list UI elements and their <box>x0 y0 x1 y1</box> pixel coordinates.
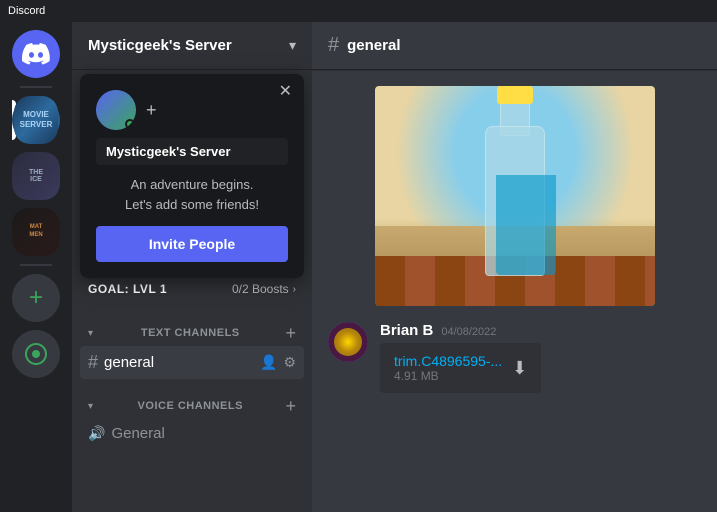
vikings-logo-avatar <box>328 322 368 362</box>
text-channels-chevron: ▾ <box>88 328 93 339</box>
voice-channel-general[interactable]: 🔊 General <box>80 419 304 448</box>
message-content: Brian B 04/08/2022 trim.C4896595-... 4.9… <box>380 322 701 393</box>
channel-item-general[interactable]: # general 👤 ⚙ <box>80 346 304 379</box>
message-row: Brian B 04/08/2022 trim.C4896595-... 4.9… <box>328 322 701 393</box>
channel-header-name: general <box>347 37 400 54</box>
chat-photo <box>375 86 655 306</box>
bottle <box>475 96 555 276</box>
voice-channels-chevron: ▾ <box>88 401 93 412</box>
voice-channels-category[interactable]: ▾ VOICE CHANNELS + <box>80 381 304 419</box>
popup-server-name: Mysticgeek's Server <box>96 138 288 165</box>
online-indicator <box>125 119 135 129</box>
channel-header: # general <box>312 22 717 70</box>
bottle-cap <box>497 86 533 104</box>
explore-button[interactable] <box>12 330 60 378</box>
text-channels-category[interactable]: ▾ TEXT CHANNELS + <box>80 308 304 346</box>
channel-name-general: general <box>104 354 254 371</box>
server-name: Mysticgeek's Server <box>88 37 232 54</box>
channel-settings-icon[interactable]: ⚙ <box>283 354 296 371</box>
invite-people-button[interactable]: Invite People <box>96 226 288 262</box>
server-icon-1[interactable]: MOVIESERVER <box>12 96 60 144</box>
server-icon-2[interactable]: THEICE <box>12 152 60 200</box>
download-icon[interactable]: ⬇ <box>512 358 527 379</box>
popup-description: An adventure begins.Let's add some frien… <box>96 175 288 214</box>
voice-channels-section: ▾ VOICE CHANNELS + 🔊 General <box>72 381 312 448</box>
add-member-icon[interactable]: 👤 <box>260 354 277 371</box>
app-container: MOVIESERVER THEICE MATMEN + <box>0 22 717 512</box>
file-size: 4.91 MB <box>394 369 502 383</box>
volume-icon: 🔊 <box>88 425 105 442</box>
file-name[interactable]: trim.C4896595-... <box>394 353 502 369</box>
main-content: # general <box>312 22 717 512</box>
title-bar: Discord <box>0 0 717 22</box>
server-list: MOVIESERVER THEICE MATMEN + <box>0 22 72 512</box>
goal-label: GOAL: LVL 1 <box>88 282 167 296</box>
discord-home-button[interactable] <box>12 30 60 78</box>
add-text-channel-icon[interactable]: + <box>285 324 296 342</box>
popup-close-button[interactable]: ✕ <box>279 84 292 100</box>
add-voice-channel-icon[interactable]: + <box>285 397 296 415</box>
goal-boosts-chevron-icon: › <box>293 284 296 295</box>
title-bar-text: Discord <box>8 5 45 17</box>
channel-hash-icon: # <box>88 352 98 373</box>
channel-action-icons: 👤 ⚙ <box>260 354 296 371</box>
server-separator <box>20 86 52 88</box>
server-header[interactable]: Mysticgeek's Server ▾ <box>72 22 312 70</box>
server-header-chevron-icon: ▾ <box>289 37 296 54</box>
chat-image-container <box>328 86 701 306</box>
popup-description-text: An adventure begins.Let's add some frien… <box>125 177 259 212</box>
message-author: Brian B <box>380 322 433 339</box>
channel-header-hash-icon: # <box>328 34 339 57</box>
text-channels-section: ▾ TEXT CHANNELS + # general 👤 ⚙ <box>72 308 312 381</box>
add-server-icon: + <box>29 284 43 312</box>
add-server-button[interactable]: + <box>12 274 60 322</box>
text-channels-label: TEXT CHANNELS <box>141 327 240 339</box>
server-popup: ✕ + Mysticgeek's Server An adventure beg… <box>80 74 304 278</box>
channel-sidebar: Mysticgeek's Server ▾ ✕ + Mysticgeek's S… <box>72 22 312 512</box>
voice-channels-label: VOICE CHANNELS <box>138 400 243 412</box>
message-timestamp: 04/08/2022 <box>441 326 496 338</box>
voice-channel-name-general: General <box>111 425 296 442</box>
bottle-body <box>485 126 545 276</box>
file-attachment: trim.C4896595-... 4.91 MB ⬇ <box>380 343 541 393</box>
server-avatar-1: MOVIESERVER <box>12 96 60 144</box>
bottle-liquid <box>496 175 556 275</box>
goal-boosts-text: 0/2 Boosts <box>232 282 289 296</box>
server-separator-2 <box>20 264 52 266</box>
goal-boosts[interactable]: 0/2 Boosts › <box>232 282 296 296</box>
message-avatar <box>328 322 368 362</box>
server-icon-3[interactable]: MATMEN <box>12 208 60 256</box>
popup-server-avatar <box>96 90 136 130</box>
messages-area: Brian B 04/08/2022 trim.C4896595-... 4.9… <box>312 70 717 512</box>
popup-plus-icon[interactable]: + <box>146 100 157 121</box>
server-1-wrapper: MOVIESERVER <box>12 96 60 144</box>
message-header: Brian B 04/08/2022 <box>380 322 701 339</box>
popup-icon-row: + <box>96 90 288 130</box>
file-info: trim.C4896595-... 4.91 MB <box>394 353 502 383</box>
